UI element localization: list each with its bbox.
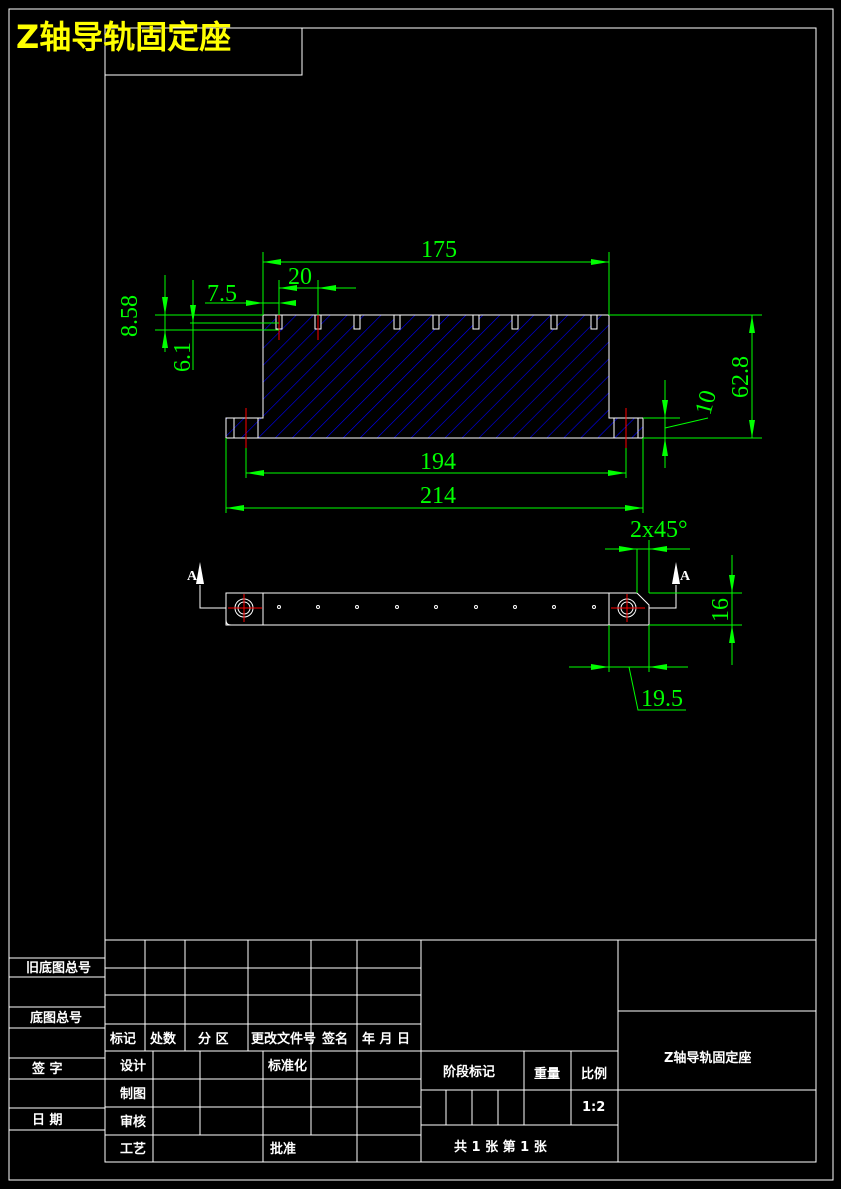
drawing-title: Z轴导轨固定座: [16, 18, 231, 56]
dim-6-1: 6.1: [170, 342, 196, 372]
label-base-no: 底图总号: [30, 1010, 82, 1026]
header-signature: 签名: [321, 1031, 348, 1047]
drawing-sheet: Z轴导轨固定座 175 20 7.5 8.58 6.1 62.8 10 194 …: [8, 8, 834, 1181]
header-count: 处数: [149, 1031, 177, 1047]
label-drafting: 制图: [120, 1086, 146, 1102]
dim-20: 20: [288, 264, 312, 290]
drawing-name: Z轴导轨固定座: [664, 1050, 751, 1066]
label-date: 日 期: [32, 1113, 63, 1128]
title-block: 标记 处数 分 区 更改文件号 签名 年 月 日 设计 制图 审核 工艺 标准化…: [105, 939, 816, 1162]
dim-10: 10: [691, 388, 722, 418]
header-date: 年 月 日: [362, 1031, 410, 1047]
dim-chamfer: 2x45°: [630, 517, 688, 543]
label-process: 工艺: [120, 1141, 146, 1157]
label-old-base-no: 旧底图总号: [26, 960, 91, 976]
section-mark-right: A: [680, 569, 691, 584]
label-weight: 重量: [534, 1066, 560, 1082]
top-view: A A: [187, 562, 691, 626]
dim-7-5: 7.5: [207, 281, 237, 307]
dim-194: 194: [420, 449, 456, 475]
label-standardization: 标准化: [267, 1058, 307, 1074]
front-view: [225, 306, 644, 448]
sheet-count: 共 1 张 第 1 张: [454, 1139, 548, 1155]
left-strip-table: 旧底图总号 底图总号 签 字 日 期: [9, 957, 105, 1131]
label-signature: 签 字: [31, 1061, 63, 1077]
header-change-doc: 更改文件号: [251, 1031, 316, 1047]
header-mark: 标记: [109, 1031, 136, 1047]
label-scale: 比例: [581, 1066, 607, 1082]
dim-214: 214: [420, 483, 456, 509]
dim-19-5: 19.5: [641, 686, 683, 712]
dim-175: 175: [421, 237, 457, 263]
label-review: 审核: [120, 1114, 146, 1130]
inner-border: [104, 27, 817, 1163]
scale-value: 1:2: [582, 1100, 605, 1115]
header-zone: 分 区: [198, 1031, 229, 1047]
label-design: 设计: [120, 1058, 146, 1074]
label-stage-mark: 阶段标记: [443, 1064, 495, 1080]
label-approval: 批准: [270, 1141, 296, 1157]
dim-62-8: 62.8: [728, 356, 754, 398]
dim-16: 16: [708, 598, 734, 622]
section-mark-left: A: [187, 569, 198, 584]
dim-8-58: 8.58: [117, 295, 143, 337]
top-dimensions: 2x45° 16 19.5: [569, 517, 742, 712]
